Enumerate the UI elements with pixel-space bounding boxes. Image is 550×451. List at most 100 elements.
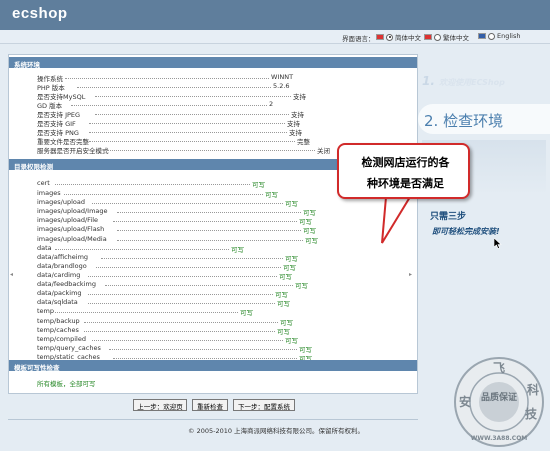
lang-radio-english[interactable] <box>488 32 495 40</box>
prev-step-button[interactable]: 上一步：欢迎页 <box>133 399 187 411</box>
dir-path: data/afficheimg <box>37 253 89 261</box>
annotation-callout: 检测网店运行的各 种环境是否满足 <box>337 143 470 199</box>
seal-ring-right2: 技 <box>525 406 538 421</box>
easy-install-slogan: 即可轻松完成安装! <box>432 227 500 236</box>
callout-text: 检测网店运行的各 种环境是否满足 <box>339 152 472 194</box>
dotted-leader <box>108 349 297 350</box>
dir-path: temp/compiled <box>37 335 86 343</box>
dotted-leader <box>92 340 283 341</box>
mouse-cursor-icon <box>494 238 502 249</box>
template-check-result: 所有模板，全部可写 <box>37 380 96 388</box>
system-env-value: 5.2.6 <box>273 82 290 90</box>
dotted-leader <box>107 150 315 151</box>
dotted-leader <box>89 141 295 142</box>
lang-radio-traditional[interactable] <box>434 33 441 41</box>
dotted-leader <box>92 203 283 204</box>
dir-status: 可写 <box>285 337 298 345</box>
seal-center-top: 品质保证 <box>481 391 517 403</box>
dotted-leader <box>55 312 238 313</box>
dir-path: temp/query_caches <box>37 344 101 352</box>
lang-label-simplified: 简体中文 <box>395 34 421 42</box>
next-step-button[interactable]: 下一步：配置系统 <box>233 399 295 411</box>
step2-active-tab: 2. 检查环境 <box>418 104 550 134</box>
dir-path: data <box>37 244 52 252</box>
seal-ring-left: 安 <box>459 394 471 409</box>
dir-path: data/brandlogo <box>37 262 87 270</box>
dotted-leader <box>55 249 229 250</box>
dotted-leader <box>84 322 278 323</box>
language-prompt: 界面语言： <box>342 35 375 43</box>
dir-path: images/upload/Flash <box>37 225 105 233</box>
system-env-value: WINNT <box>271 73 294 81</box>
system-env-label: 服务器是否开启安全模式 <box>37 147 109 155</box>
dotted-leader <box>88 276 277 277</box>
dotted-leader <box>95 96 291 97</box>
dir-status: 可写 <box>240 309 253 317</box>
dotted-leader <box>88 303 275 304</box>
system-env-value: 完整 <box>297 138 310 146</box>
cn-flag-icon <box>376 34 384 40</box>
dotted-leader <box>112 358 297 359</box>
dotted-leader <box>100 258 283 259</box>
step1-label: 1. 欢迎使用ECShop <box>422 74 546 96</box>
system-env-heading: 系统环境 <box>9 57 417 69</box>
system-env-value: 支持 <box>293 93 306 101</box>
dotted-leader <box>96 267 281 268</box>
dotted-leader <box>77 87 271 88</box>
dir-path: data/feedbackimg <box>37 280 96 288</box>
ecshop-logo: ecshop <box>12 5 68 22</box>
dir-path: images/upload/Media <box>37 235 107 243</box>
scroll-left-icon: ◂ <box>10 271 14 278</box>
dir-status: 可写 <box>305 237 318 245</box>
quality-seal-watermark: 品质保证 飞 安 科 技 WWW.3A88.COM <box>454 357 544 447</box>
dir-path: data/cardimg <box>37 271 81 279</box>
seal-url: WWW.3A88.COM <box>471 435 528 442</box>
dotted-leader <box>89 123 285 124</box>
system-env-value: 2 <box>269 100 274 108</box>
copyright-text: © 2005-2010 上海商派网络科技有限公司。保留所有权利。 <box>188 427 365 435</box>
scroll-right-icon: ▸ <box>409 271 413 278</box>
step1-number: 1. <box>422 74 435 88</box>
callout-line-1: 检测网店运行的各 <box>361 156 450 169</box>
dotted-leader <box>95 114 289 115</box>
dir-status: 可写 <box>285 200 298 208</box>
dir-path: images/upload <box>37 198 85 206</box>
dir-status: 可写 <box>252 181 265 189</box>
dir-status: 可写 <box>231 246 244 254</box>
tw-flag-icon <box>424 34 432 40</box>
dotted-leader <box>71 105 267 106</box>
recheck-button[interactable]: 重新检查 <box>192 399 228 411</box>
callout-line-2: 种环境是否满足 <box>367 177 444 190</box>
dir-path: images/upload/File <box>37 216 99 224</box>
dir-path: cert <box>37 179 50 187</box>
dotted-leader <box>55 184 250 185</box>
only-three-steps: 只需三步 <box>430 212 467 222</box>
dir-path: images <box>37 189 61 197</box>
lang-option-traditional[interactable]: 繁体中文 <box>424 32 469 42</box>
dotted-leader <box>116 230 301 231</box>
language-bar: 界面语言： 简体中文 繁体中文 English <box>0 30 550 44</box>
dir-status: 可写 <box>303 227 316 235</box>
dir-path: temp/backup <box>37 317 80 325</box>
callout-tail <box>381 197 412 244</box>
dir-status: 可写 <box>295 282 308 290</box>
dotted-leader <box>63 194 263 195</box>
dotted-leader <box>84 331 275 332</box>
dotted-leader <box>65 78 269 79</box>
dir-status: 可写 <box>277 300 290 308</box>
seal-ring-right: 科 <box>527 382 539 397</box>
check-panel: 系统环境 操作系统 WINNT PHP 版本 5.2.6 是否支持MySQL 支持 GD 版… <box>8 54 418 394</box>
template-check-heading: 模板可写性检查 <box>9 360 417 372</box>
dir-path: data/sqldata <box>37 298 78 306</box>
dir-status: 可写 <box>265 191 278 199</box>
dir-path: temp <box>37 307 55 315</box>
lang-option-english[interactable]: English <box>478 32 520 40</box>
seal-ring-top: 飞 <box>493 361 505 375</box>
system-env-value: 关闭 <box>317 147 330 155</box>
dotted-leader <box>88 294 273 295</box>
lang-label-english: English <box>497 32 521 40</box>
us-flag-icon <box>478 33 486 39</box>
dir-path: images/upload/Image <box>37 207 108 215</box>
lang-radio-simplified[interactable] <box>386 33 393 41</box>
lang-option-simplified[interactable]: 简体中文 <box>376 32 421 42</box>
